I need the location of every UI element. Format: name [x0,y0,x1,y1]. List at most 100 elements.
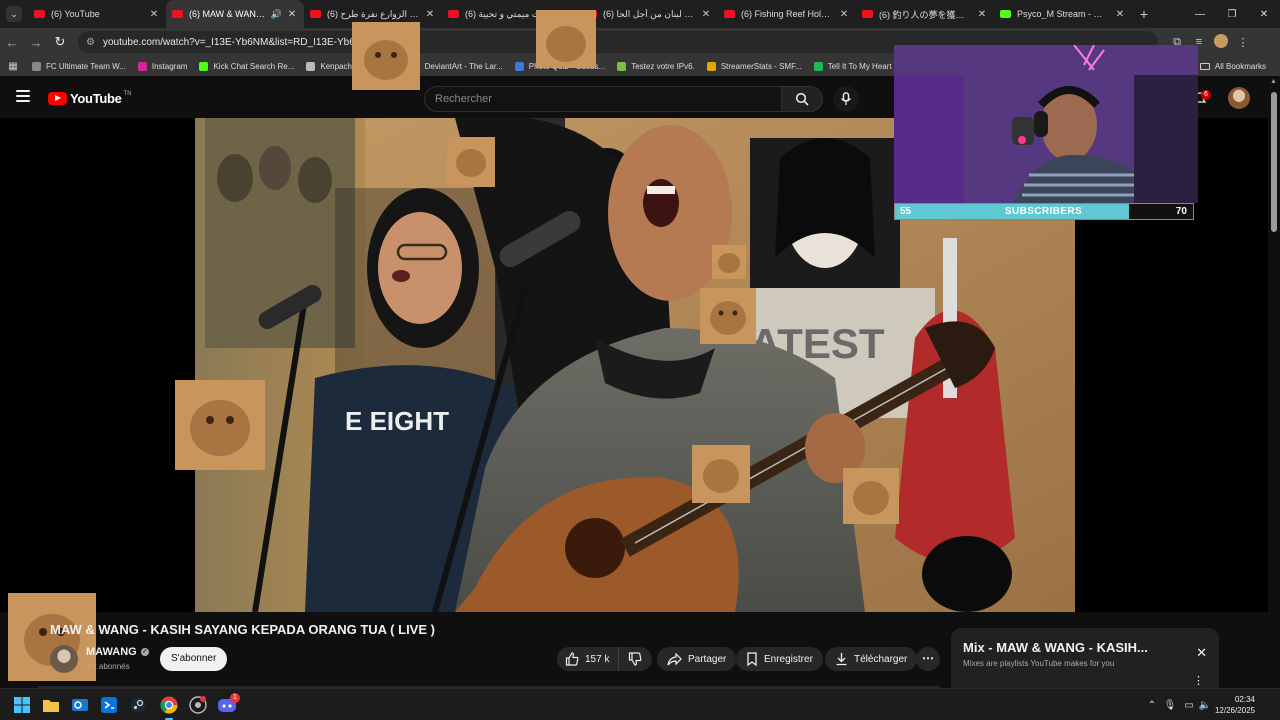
browser-tab[interactable]: (6) دخلت لبنان من أجل الحا... ✕ [580,0,718,28]
close-tab-icon[interactable]: ✕ [976,9,988,20]
microphone-icon[interactable]: 🎙 [1160,700,1180,711]
browser-tab-strip: ⌄ (6) YouTube ✕ (6) MAW & WANG - K 🔊 ✕ (… [0,0,1280,28]
browser-tab[interactable]: (6) باش جيت ميمتي و تحيية... ✕ [442,0,580,28]
tab-title: (6) دخلت لبنان من أجل الحا... [603,8,696,19]
apps-icon[interactable]: ▦ [0,61,26,72]
bookmark-item[interactable]: Instagram [132,61,194,71]
close-tab-icon[interactable]: ✕ [700,9,712,20]
visual-studio-icon[interactable] [99,695,119,715]
chrome-profile-icon[interactable] [188,695,208,715]
page-scrollbar[interactable]: ▲ [1268,76,1280,688]
browser-tab[interactable]: Psyco_M Stream - Watch ✕ [994,0,1132,28]
restore-button[interactable]: ❐ [1216,0,1248,28]
steam-icon[interactable] [128,695,148,715]
youtube-favicon [724,10,735,18]
volume-icon[interactable]: 🔈 [1198,700,1212,711]
scrollbar-thumb[interactable] [1271,92,1277,232]
kick-icon [199,61,209,71]
youtube-favicon [586,10,597,18]
youtube-logo[interactable]: YouTube TN [48,91,132,106]
search-input[interactable] [424,86,782,112]
share-label: Partager [688,653,727,665]
new-tab-button[interactable]: + [1132,6,1156,22]
mix-title[interactable]: Mix - MAW & WANG - KASIH... [963,640,1163,655]
close-icon[interactable]: ✕ [1196,645,1207,661]
microphone-icon [840,92,852,105]
system-tray: ⌃ 🎙 ▭ 🔈 [1144,689,1212,720]
download-label: Télécharger [854,653,908,665]
download-button[interactable]: Télécharger [825,647,918,671]
like-button[interactable]: 157 k [557,647,619,671]
bookmark-label: FC Ultimate Team W... [46,61,126,71]
display-icon[interactable]: ▭ [1180,700,1198,711]
system-clock[interactable]: 02:34 12/26/2025 [1215,694,1255,716]
channel-avatar[interactable] [50,645,78,673]
bookmark-item[interactable]: Kenpachi Zaraki Ble... [300,61,404,71]
search-icon [795,92,809,106]
youtube-favicon [172,10,183,18]
close-tab-icon[interactable]: ✕ [424,9,436,20]
spotify-icon [813,61,823,71]
window-controls: — ❐ ✕ [1184,0,1280,28]
close-tab-icon[interactable]: ✕ [286,9,298,20]
save-button[interactable]: Enregistrer [736,647,823,671]
dislike-button[interactable] [619,652,651,666]
speaker-icon[interactable]: 🔊 [271,9,282,20]
more-vertical-icon[interactable]: ⋮ [1193,674,1204,687]
close-tab-icon[interactable]: ✕ [148,9,160,20]
bookmark-item[interactable]: FC Ultimate Team W... [26,61,132,71]
bookmark-item[interactable]: Photo Quiz - Guess... [509,61,611,71]
chevron-up-icon[interactable]: ⌃ [1144,700,1160,711]
account-avatar[interactable] [1228,87,1250,109]
subscribe-button[interactable]: S'abonner [160,647,228,671]
site-info-icon[interactable]: ⚙ [86,37,95,48]
share-button[interactable]: Partager [657,647,737,671]
windows-start-icon[interactable] [12,695,32,715]
bookmark-favicon-icon [514,61,524,71]
bookmark-item[interactable]: Kick Chat Search Re... [193,61,300,71]
channel-name-row[interactable]: MAWANG ✓ [86,646,149,658]
screen: ⌄ (6) YouTube ✕ (6) MAW & WANG - K 🔊 ✕ (… [0,0,1280,720]
bookmark-label: Kenpachi Zaraki Ble... [320,61,399,71]
back-button[interactable]: ← [0,28,24,56]
close-tab-icon[interactable]: ✕ [562,9,574,20]
folder-icon [1199,62,1210,70]
scroll-up-icon[interactable]: ▲ [1270,78,1277,85]
close-window-button[interactable]: ✕ [1248,0,1280,28]
file-explorer-icon[interactable] [41,695,61,715]
tab-title: (6) 釣り人の夢を獲った！禁 [879,9,972,20]
all-bookmarks-button[interactable]: All Bookmarks [1199,56,1266,76]
bookmark-item[interactable]: DeviantArt - The Lar... [405,61,509,71]
close-tab-icon[interactable]: ✕ [838,9,850,20]
tab-title: (6) باش جيت ميمتي و تحيية... [465,8,558,19]
bookmark-item[interactable]: Testez votre IPv6. [611,61,701,71]
minimize-button[interactable]: — [1184,0,1216,28]
profile-avatar[interactable] [1210,33,1232,51]
reload-button[interactable]: ↻ [48,28,72,56]
forward-button[interactable]: → [24,28,48,56]
subscriber-goal-target: 70 [1175,206,1187,217]
close-tab-icon[interactable]: ✕ [1114,9,1126,20]
browser-tab[interactable]: (6) Fishing Reef Holes LO ✕ [718,0,856,28]
more-actions-icon[interactable]: ⋯ [916,647,940,671]
channel-name[interactable]: MAWANG [86,646,137,658]
browser-tab[interactable]: (6) شط الزوارع نفرة طرح ... ✕ [304,0,442,28]
like-count: 157 k [585,653,610,665]
menu-icon[interactable]: ⋮ [1232,36,1254,49]
browser-tab-active[interactable]: (6) MAW & WANG - K 🔊 ✕ [166,0,304,28]
like-dislike-group: 157 k [557,647,652,671]
subscriber-goal-bar: 55 SUBSCRIBERS 70 [894,203,1194,220]
browser-tab[interactable]: (6) 釣り人の夢を獲った！禁 ✕ [856,0,994,28]
mix-playlist-panel[interactable]: Mix - MAW & WANG - KASIH... Mixes are pl… [951,628,1219,690]
bookmark-label: Photo Quiz - Guess... [528,61,606,71]
tab-search-button[interactable]: ⌄ [6,6,22,22]
deviantart-icon [410,61,420,71]
bookmark-item[interactable]: StreamerStats - SMF... [701,61,808,71]
browser-tab[interactable]: (6) YouTube ✕ [28,0,166,28]
channel-subscriber-count: 3 k abonnés [86,662,130,671]
voice-search-button[interactable] [833,86,859,112]
outlook-icon[interactable] [70,695,90,715]
search-button[interactable] [781,86,823,112]
chrome-icon[interactable] [159,695,179,715]
hamburger-menu-icon[interactable] [16,90,30,102]
